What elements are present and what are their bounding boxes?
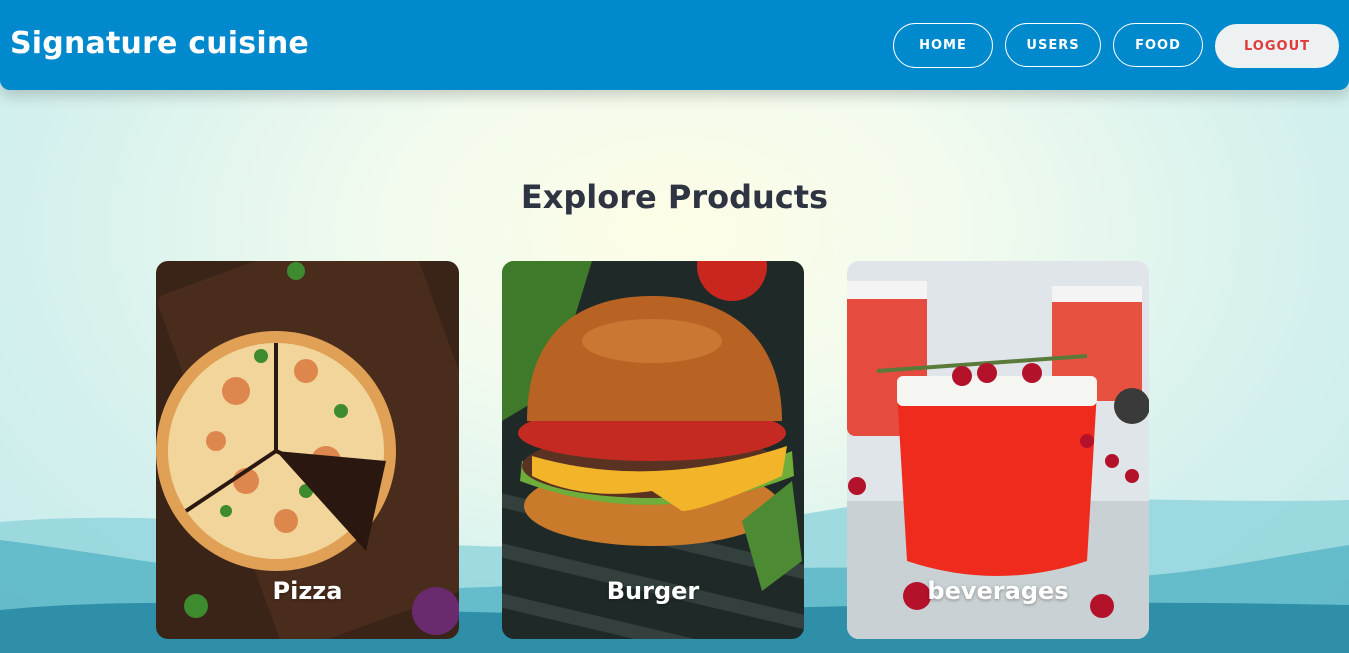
product-card-pizza[interactable]: Pizza (156, 261, 459, 639)
nav-food-button[interactable]: FOOD (1113, 23, 1203, 67)
page-title: Explore Products (520, 178, 829, 216)
product-card-burger[interactable]: Burger (502, 261, 804, 639)
card-label-pizza: Pizza (272, 577, 343, 605)
brand-title[interactable]: Signature cuisine (10, 26, 309, 61)
card-label-beverages: beverages (927, 577, 1069, 605)
nav-users-button[interactable]: USERS (1005, 23, 1101, 67)
nav-home-button[interactable]: HOME (893, 23, 993, 68)
product-card-beverages[interactable]: beverages (847, 261, 1149, 639)
card-label-burger: Burger (606, 577, 700, 605)
navbar: Signature cuisine HOME USERS FOOD LOGOUT (0, 0, 1349, 90)
logout-button[interactable]: LOGOUT (1215, 24, 1339, 68)
